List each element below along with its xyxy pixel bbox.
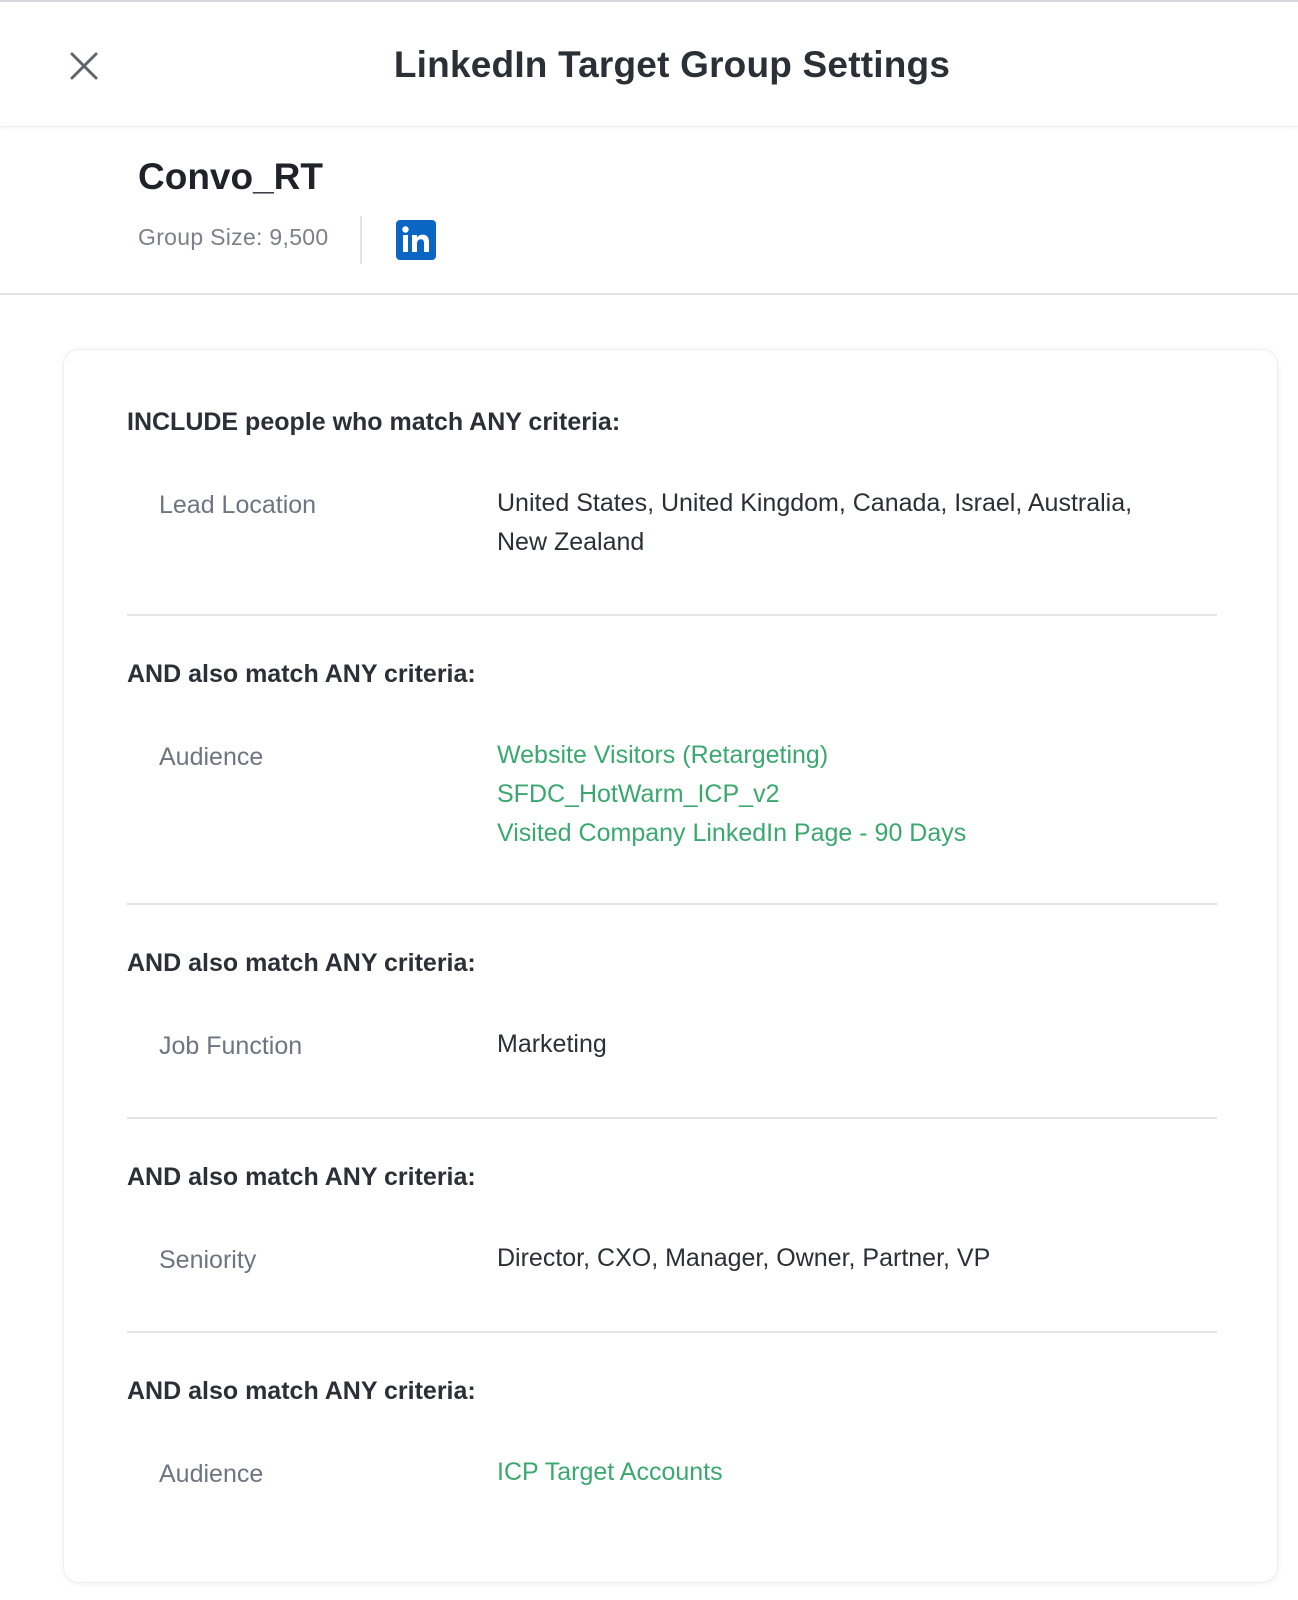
audience-link[interactable]: SFDC_HotWarm_ICP_v2 xyxy=(497,775,1137,814)
audience-list: ICP Target Accounts xyxy=(497,1453,1137,1492)
criteria-label: Audience xyxy=(159,1460,264,1488)
section-title: AND also match ANY criteria: xyxy=(127,949,476,977)
criteria-label: Audience xyxy=(159,743,264,771)
vertical-divider xyxy=(360,216,362,264)
criteria-label: Lead Location xyxy=(159,491,317,519)
audience-link[interactable]: Website Visitors (Retargeting) xyxy=(497,736,1137,775)
audience-link[interactable]: ICP Target Accounts xyxy=(497,1453,1137,1492)
modal-header: LinkedIn Target Group Settings xyxy=(0,2,1298,127)
group-size: Group Size: 9,500 xyxy=(138,224,329,250)
group-name: Convo_RT xyxy=(138,156,323,197)
criteria-value: Marketing xyxy=(497,1030,607,1058)
audience-link[interactable]: Visited Company LinkedIn Page - 90 Days xyxy=(497,814,1137,853)
group-summary: Convo_RT Group Size: 9,500 xyxy=(0,126,1298,295)
criteria-value: Director, CXO, Manager, Owner, Partner, … xyxy=(497,1244,991,1272)
section-divider xyxy=(127,614,1217,616)
criteria-label: Seniority xyxy=(159,1246,257,1274)
audience-list: Website Visitors (Retargeting) SFDC_HotW… xyxy=(497,736,1137,853)
criteria-card: INCLUDE people who match ANY criteria: L… xyxy=(63,349,1278,1583)
criteria-label: Job Function xyxy=(159,1032,303,1060)
page-title: LinkedIn Target Group Settings xyxy=(393,44,951,85)
section-divider xyxy=(127,1331,1217,1333)
criteria-value: United States, United Kingdom, Canada, I… xyxy=(497,489,1133,556)
linkedin-icon xyxy=(396,220,436,260)
section-title: AND also match ANY criteria: xyxy=(127,1163,476,1191)
section-title: AND also match ANY criteria: xyxy=(127,660,476,688)
section-title: INCLUDE people who match ANY criteria: xyxy=(127,408,621,436)
section-title: AND also match ANY criteria: xyxy=(127,1377,476,1405)
section-divider xyxy=(127,1117,1217,1119)
section-divider xyxy=(127,903,1217,905)
